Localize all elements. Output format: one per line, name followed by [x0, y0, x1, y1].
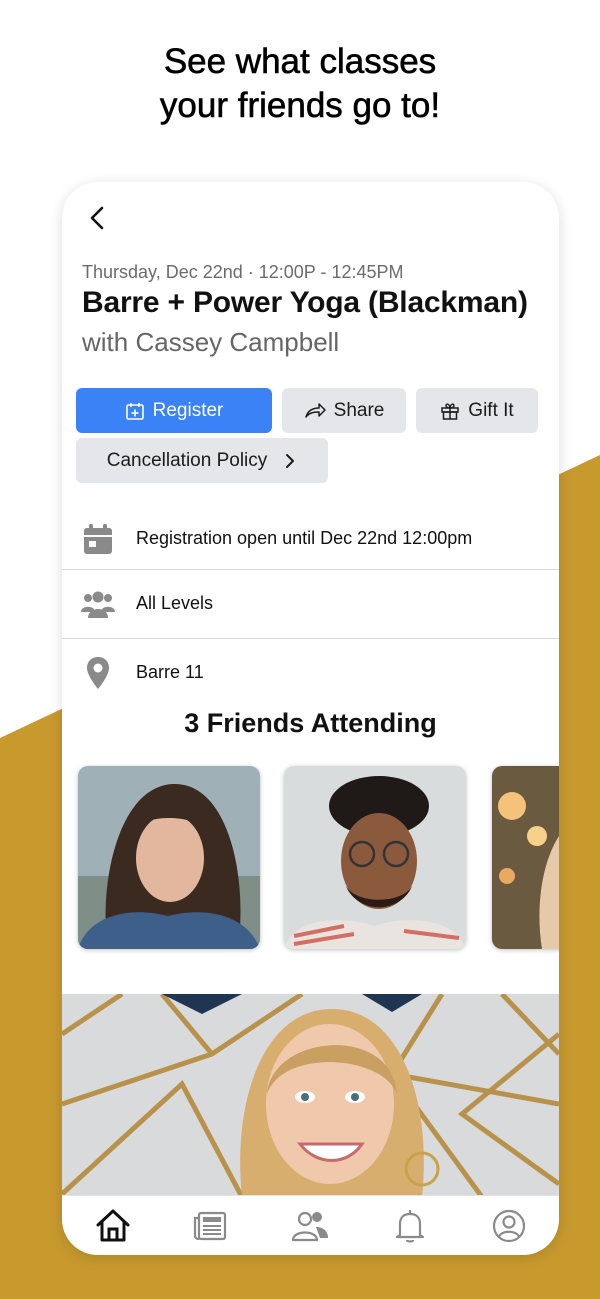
instructor-image: [62, 994, 559, 1197]
tab-home[interactable]: [93, 1206, 133, 1246]
friend-photo: [492, 766, 559, 949]
class-title: Barre + Power Yoga (Blackman): [82, 286, 528, 319]
promo-headline: See what classes your friends go to!: [0, 40, 600, 128]
friends-attending-title: 3 Friends Attending: [184, 708, 437, 738]
users-icon: [81, 591, 115, 618]
home-icon: [96, 1209, 130, 1242]
location-info-text: Barre 11: [136, 662, 204, 682]
friends-icon: [291, 1211, 328, 1242]
registration-info-text: Registration open until Dec 22nd 12:00pm: [136, 528, 473, 548]
phone-screen: Thursday, Dec 22nd · 12:00P - 12:45PM Ba…: [62, 182, 559, 1255]
gift-icon: [441, 402, 460, 420]
cancellation-policy-label: Cancellation Policy: [106, 449, 268, 471]
share-button[interactable]: Share: [282, 388, 406, 433]
class-datetime: Thursday, Dec 22nd · 12:00P - 12:45PM: [82, 262, 404, 282]
tab-profile[interactable]: [489, 1206, 529, 1246]
gift-button[interactable]: Gift It: [416, 388, 538, 433]
friend-photo: [284, 766, 466, 949]
friend-photo: [78, 766, 260, 949]
calendar-icon: [84, 524, 112, 554]
register-button[interactable]: Register: [76, 388, 272, 433]
friend-card[interactable]: [492, 766, 559, 949]
notifications-icon: [395, 1210, 425, 1243]
location-info-row: Barre 11: [62, 638, 559, 706]
class-instructor: with Cassey Campbell: [82, 327, 340, 357]
share-label: Share: [333, 399, 385, 421]
bottom-tab-bar: [62, 1195, 559, 1255]
share-arrow-icon: [304, 402, 326, 418]
tab-news[interactable]: [191, 1206, 231, 1246]
cancellation-policy-button[interactable]: Cancellation Policy: [76, 438, 328, 483]
map-pin-icon: [87, 657, 109, 689]
tab-friends[interactable]: [290, 1206, 330, 1246]
chevron-left-icon: [90, 206, 104, 230]
register-label: Register: [152, 399, 224, 421]
instructor-photo: [62, 994, 559, 1197]
tab-notifications[interactable]: [390, 1206, 430, 1246]
news-icon: [193, 1211, 227, 1241]
level-info-text: All Levels: [136, 593, 214, 613]
calendar-plus-icon: [125, 402, 144, 420]
promo-headline-line1: See what classes: [163, 42, 437, 82]
chevron-right-icon: [286, 453, 295, 468]
friend-card[interactable]: [284, 766, 466, 949]
level-info-row: All Levels: [62, 569, 559, 637]
registration-info-row: Registration open until Dec 22nd 12:00pm: [62, 504, 559, 572]
promo-headline-line2: your friends go to!: [159, 86, 441, 126]
friend-card[interactable]: [78, 766, 260, 949]
gift-label: Gift It: [468, 399, 514, 421]
profile-icon: [492, 1209, 526, 1243]
back-button[interactable]: [84, 204, 112, 232]
